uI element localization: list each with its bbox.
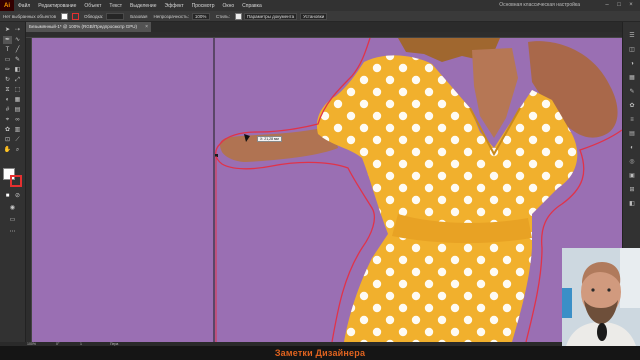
fill-swatch[interactable]: [61, 12, 68, 20]
properties-panel-icon[interactable]: ☰: [628, 32, 636, 40]
paintbrush-tool-icon[interactable]: ✎: [13, 56, 22, 64]
transparency-panel-icon[interactable]: ◐: [628, 144, 636, 152]
presenter-video: [562, 248, 640, 346]
none-color-icon[interactable]: ⊘: [13, 192, 22, 200]
smart-guide-tooltip: Х: 21,28 мм: [257, 136, 282, 142]
stroke-color-icon[interactable]: [10, 175, 22, 187]
pencil-tool-icon[interactable]: ✏: [3, 66, 12, 74]
scale-tool-icon[interactable]: ⤢: [13, 76, 22, 84]
perspective-grid-tool-icon[interactable]: ▦: [13, 96, 22, 104]
align-panel-icon[interactable]: ⊞: [628, 186, 636, 194]
artwork: [213, 38, 622, 342]
selection-status: Нет выбранных объектов: [3, 13, 56, 19]
preferences-button[interactable]: Установки: [300, 12, 328, 20]
menu-view[interactable]: Просмотр: [188, 3, 219, 9]
pen-tool-icon[interactable]: ✒: [3, 36, 12, 44]
more-tools-icon[interactable]: ⋯: [8, 228, 17, 236]
type-tool-icon[interactable]: T: [3, 46, 12, 54]
minimize-icon[interactable]: –: [603, 2, 611, 9]
stroke-panel-icon[interactable]: ≡: [628, 116, 636, 124]
style-label: Стиль:: [215, 13, 230, 19]
stroke-swatch[interactable]: [72, 12, 79, 20]
selection-tool-icon[interactable]: ➤: [3, 26, 12, 34]
illustrator-logo: Ai: [0, 0, 14, 11]
screen-mode-icon[interactable]: ▭: [8, 216, 17, 224]
symbol-sprayer-tool-icon[interactable]: ✿: [3, 126, 12, 134]
close-window-icon[interactable]: ×: [627, 2, 635, 9]
webcam-overlay: [562, 248, 640, 346]
direct-selection-tool-icon[interactable]: ⇢: [13, 26, 22, 34]
color-mode-icon[interactable]: ■: [3, 192, 12, 200]
stroke-width-field[interactable]: [106, 12, 125, 20]
menu-effect[interactable]: Эффект: [161, 3, 188, 9]
curvature-tool-icon[interactable]: ∿: [13, 36, 22, 44]
menu-edit[interactable]: Редактирование: [34, 3, 80, 9]
document-tab-bar: Безымянный-1* @ 100% (RGB/Предпросмотр G…: [26, 22, 622, 32]
color-panel-icon[interactable]: ◑: [628, 60, 636, 68]
opacity-label: Непрозрачность:: [153, 13, 189, 19]
width-tool-icon[interactable]: ⧖: [3, 86, 12, 94]
zoom-tool-icon[interactable]: ⌕: [13, 146, 22, 154]
gradient-tool-icon[interactable]: ▤: [13, 106, 22, 114]
eraser-tool-icon[interactable]: ◧: [13, 66, 22, 74]
eyedropper-tool-icon[interactable]: ⌖: [3, 116, 12, 124]
hand-tool-icon[interactable]: ✋: [3, 146, 12, 154]
rectangle-tool-icon[interactable]: ▭: [3, 56, 12, 64]
menu-select[interactable]: Выделение: [126, 3, 161, 9]
workspace-switcher[interactable]: Основная классическая настройка: [499, 2, 580, 8]
layers-panel-icon[interactable]: ◫: [628, 46, 636, 54]
maximize-icon[interactable]: □: [615, 2, 623, 9]
fill-stroke-control[interactable]: [3, 168, 23, 188]
control-bar: Нет выбранных объектов Обводка: Базовая …: [0, 11, 640, 22]
video-caption-bar: Заметки Дизайнера: [0, 346, 640, 360]
stroke-label: Обводка:: [84, 13, 104, 19]
menu-object[interactable]: Объект: [80, 3, 105, 9]
artboard-canvas[interactable]: Х: 21,28 мм: [32, 38, 622, 342]
menu-type[interactable]: Текст: [105, 3, 126, 9]
symbols-panel-icon[interactable]: ✿: [628, 102, 636, 110]
appearance-panel-icon[interactable]: ◎: [628, 158, 636, 166]
menu-file[interactable]: Файл: [14, 3, 34, 9]
graph-tool-icon[interactable]: ▥: [13, 126, 22, 134]
dress-dots: [317, 55, 578, 342]
menu-window[interactable]: Окно: [219, 3, 239, 9]
close-icon[interactable]: ×: [145, 22, 148, 32]
channel-caption: Заметки Дизайнера: [274, 348, 366, 358]
draw-mode-icon[interactable]: ◉: [8, 204, 17, 212]
graphic-style-swatch[interactable]: [234, 12, 242, 20]
brushes-panel-icon[interactable]: ✎: [628, 88, 636, 96]
mesh-tool-icon[interactable]: #: [3, 106, 12, 114]
swatches-panel-icon[interactable]: ▦: [628, 74, 636, 82]
line-tool-icon[interactable]: ╱: [13, 46, 22, 54]
opacity-field[interactable]: 100%: [191, 12, 210, 20]
shape-builder-tool-icon[interactable]: ◐: [3, 96, 12, 104]
slice-tool-icon[interactable]: ⟋: [13, 136, 22, 144]
tools-panel: ➤ ⇢ ✒ ∿ T ╱ ▭ ✎ ✏ ◧ ↻ ⤢ ⧖ ⬚ ◐ ▦ # ▤ ⌖ ∞ …: [0, 22, 26, 342]
pathfinder-panel-icon[interactable]: ◧: [628, 200, 636, 208]
document-tab[interactable]: Безымянный-1* @ 100% (RGB/Предпросмотр G…: [26, 22, 152, 32]
blend-tool-icon[interactable]: ∞: [13, 116, 22, 124]
document-tab-title: Безымянный-1* @ 100% (RGB/Предпросмотр G…: [29, 24, 138, 29]
graphic-styles-panel-icon[interactable]: ▣: [628, 172, 636, 180]
gradient-panel-icon[interactable]: ▤: [628, 130, 636, 138]
free-transform-tool-icon[interactable]: ⬚: [13, 86, 22, 94]
rotate-tool-icon[interactable]: ↻: [3, 76, 12, 84]
doc-settings-button[interactable]: Параметры документа: [243, 12, 298, 20]
artboard-tool-icon[interactable]: ⊡: [3, 136, 12, 144]
menu-help[interactable]: Справка: [238, 3, 266, 9]
brush-style-label[interactable]: Базовая: [127, 14, 150, 19]
